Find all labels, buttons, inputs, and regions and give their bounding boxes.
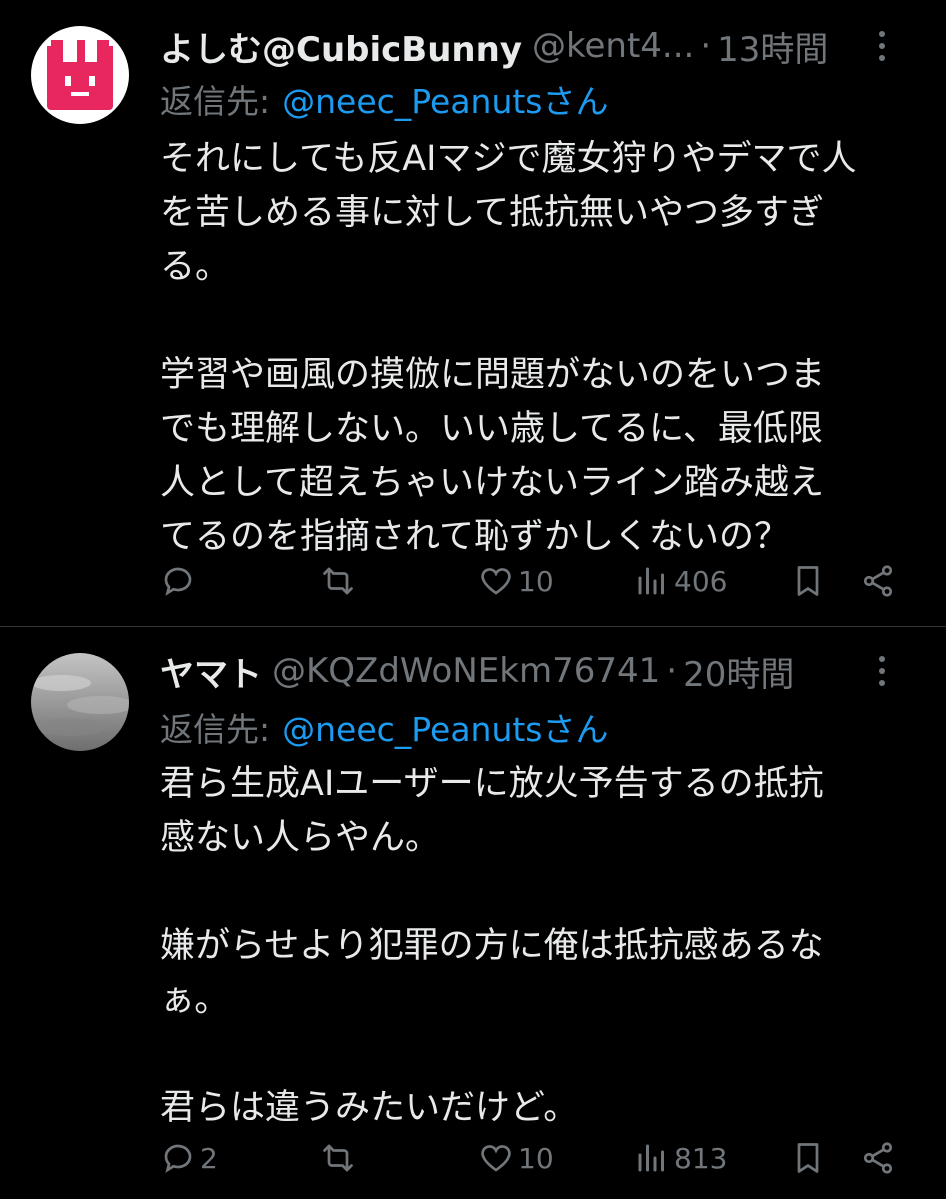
reply-button[interactable]: 2: [160, 1133, 218, 1183]
reply-prefix: 返信先:: [160, 710, 271, 749]
views-bar-chart-icon: [638, 567, 664, 595]
bookmark-icon: [797, 566, 819, 596]
reply-count: 2: [200, 1141, 218, 1175]
heart-icon: [481, 568, 511, 595]
action-bar: 10 406: [160, 556, 920, 606]
retweet-icon: [323, 567, 353, 595]
separator-dot: ·: [700, 26, 712, 66]
tweet-header: ヤマト @KQZdWoNEkm76741 · 20時間: [160, 647, 922, 696]
more-dots-icon[interactable]: [864, 28, 900, 64]
user-handle[interactable]: @KQZdWoNEkm76741: [272, 651, 660, 691]
display-name[interactable]: よしむ@CubicBunny: [160, 22, 522, 71]
action-bar: 2 10 813: [160, 1133, 920, 1183]
view-count: 406: [674, 564, 728, 598]
like-count: 10: [518, 564, 554, 598]
views-button[interactable]: 813: [634, 1133, 727, 1183]
reply-target-link[interactable]: @neec_Peanutsさん: [282, 75, 608, 123]
user-handle[interactable]: @kent4...: [532, 26, 694, 66]
reply-prefix: 返信先:: [160, 82, 271, 121]
bookmark-button[interactable]: [790, 1133, 826, 1183]
separator-dot: ·: [666, 651, 678, 691]
heart-icon: [481, 1145, 511, 1172]
tweet-card[interactable]: よしむ@CubicBunny @kent4... · 13時間 返信先: @ne…: [0, 0, 946, 627]
like-button[interactable]: 10: [478, 556, 554, 606]
view-count: 813: [674, 1141, 728, 1175]
views-bar-chart-icon: [638, 1144, 664, 1172]
avatar[interactable]: [31, 26, 129, 124]
bookmark-button[interactable]: [790, 556, 826, 606]
like-button[interactable]: 10: [478, 1133, 554, 1183]
like-count: 10: [518, 1141, 554, 1175]
reply-context: 返信先: @neec_Peanutsさん: [160, 705, 609, 749]
retweet-icon: [323, 1144, 353, 1172]
reply-context: 返信先: @neec_Peanutsさん: [160, 77, 609, 121]
reply-bubble-icon: [164, 1144, 192, 1173]
tweet-text: 君ら生成AIユーザーに放火予告するの抵抗 感ない人らやん。 嫌がらせより犯罪の方…: [160, 764, 824, 1128]
share-button[interactable]: [860, 556, 896, 606]
timestamp[interactable]: 20時間: [683, 647, 794, 696]
reply-bubble-icon: [164, 567, 192, 596]
avatar[interactable]: [31, 653, 129, 751]
share-icon: [863, 565, 893, 597]
display-name[interactable]: ヤマト: [160, 647, 262, 696]
tweet-card[interactable]: ヤマト @KQZdWoNEkm76741 · 20時間 返信先: @neec_P…: [0, 627, 946, 1199]
retweet-button[interactable]: [320, 1133, 360, 1183]
tweet-header: よしむ@CubicBunny @kent4... · 13時間: [160, 22, 922, 71]
bookmark-icon: [797, 1143, 819, 1173]
timestamp[interactable]: 13時間: [717, 22, 828, 71]
reply-button[interactable]: [160, 556, 200, 606]
tweet-text: それにしても反AIマジで魔女狩りやデマで人 を苦しめる事に対して抵抗無いやつ多す…: [160, 139, 857, 557]
views-button[interactable]: 406: [634, 556, 727, 606]
retweet-button[interactable]: [320, 556, 360, 606]
share-button[interactable]: [860, 1133, 896, 1183]
more-dots-icon[interactable]: [864, 653, 900, 689]
reply-target-link[interactable]: @neec_Peanutsさん: [282, 703, 608, 751]
share-icon: [863, 1142, 893, 1174]
